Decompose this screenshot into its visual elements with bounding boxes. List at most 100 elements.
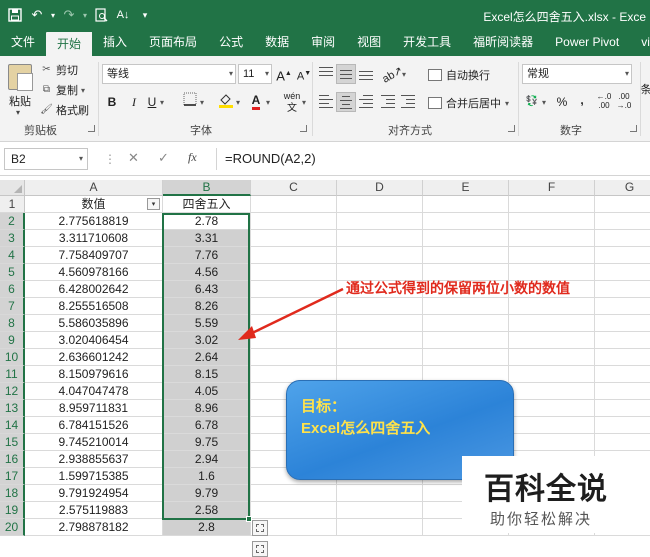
number-format-select[interactable]: 常规 ▾ — [522, 64, 632, 84]
alignment-launcher-icon[interactable] — [508, 125, 515, 132]
value-cell[interactable]: 5.586035896 — [25, 315, 163, 332]
empty-cell[interactable] — [509, 230, 595, 247]
merge-center-button[interactable]: 合并后居中 ▾ — [428, 95, 509, 111]
tab-power-pivot[interactable]: Power Pivot — [544, 30, 630, 56]
empty-cell[interactable] — [509, 417, 595, 434]
empty-cell[interactable] — [251, 196, 337, 213]
quick-analysis-icon[interactable] — [252, 541, 268, 557]
rounded-cell[interactable]: 2.58 — [163, 502, 251, 519]
empty-cell[interactable] — [251, 315, 337, 332]
increase-indent-button[interactable] — [398, 92, 418, 112]
rounded-cell[interactable]: 8.26 — [163, 298, 251, 315]
row-header[interactable]: 6 — [0, 281, 25, 298]
font-name-select[interactable]: 等线 ▾ — [102, 64, 236, 84]
fill-color-dropdown-icon[interactable]: ▾ — [236, 98, 240, 107]
save-icon[interactable] — [4, 4, 26, 26]
formula-input[interactable]: =ROUND(A2,2) — [216, 148, 650, 170]
row-header[interactable]: 12 — [0, 383, 25, 400]
rounded-cell[interactable]: 8.15 — [163, 366, 251, 383]
phonetic-dropdown-icon[interactable]: ▾ — [302, 98, 306, 107]
empty-cell[interactable] — [595, 247, 650, 264]
empty-cell[interactable] — [509, 247, 595, 264]
borders-dropdown-icon[interactable]: ▾ — [200, 98, 204, 107]
empty-cell[interactable] — [595, 366, 650, 383]
empty-cell[interactable] — [595, 434, 650, 451]
orientation-button[interactable]: ab↗ — [380, 64, 405, 85]
underline-button[interactable]: U — [142, 92, 162, 112]
redo-dropdown-icon[interactable]: ▾ — [80, 4, 90, 26]
tab-file[interactable]: 文件 — [0, 30, 46, 56]
rounded-cell[interactable]: 7.76 — [163, 247, 251, 264]
empty-cell[interactable] — [595, 383, 650, 400]
empty-cell[interactable] — [251, 247, 337, 264]
accounting-format-button[interactable]: 💱 — [522, 92, 542, 112]
paste-dropdown-icon[interactable]: ▾ — [16, 108, 20, 117]
value-cell[interactable]: 2.575119883 — [25, 502, 163, 519]
value-cell[interactable]: 2.798878182 — [25, 519, 163, 536]
empty-cell[interactable] — [423, 315, 509, 332]
empty-cell[interactable] — [251, 264, 337, 281]
value-cell[interactable]: 2.938855637 — [25, 451, 163, 468]
empty-cell[interactable] — [251, 213, 337, 230]
tab-foxit[interactable]: 福昕阅读器 — [462, 30, 544, 56]
align-left-button[interactable] — [316, 92, 336, 112]
row-header[interactable]: 1 — [0, 196, 25, 213]
row-header[interactable]: 3 — [0, 230, 25, 247]
rounded-cell[interactable]: 2.64 — [163, 349, 251, 366]
empty-cell[interactable] — [509, 196, 595, 213]
insert-function-button[interactable]: fx — [188, 150, 197, 165]
rounded-cell[interactable]: 2.8 — [163, 519, 251, 536]
value-cell[interactable]: 8.150979616 — [25, 366, 163, 383]
row-header[interactable]: 11 — [0, 366, 25, 383]
align-right-button[interactable] — [356, 92, 376, 112]
value-cell[interactable]: 8.255516508 — [25, 298, 163, 315]
empty-cell[interactable] — [595, 213, 650, 230]
empty-cell[interactable] — [337, 519, 423, 536]
enter-icon[interactable]: ✓ — [158, 150, 169, 166]
tab-data[interactable]: 数据 — [254, 30, 300, 56]
value-cell[interactable]: 7.758409707 — [25, 247, 163, 264]
empty-cell[interactable] — [595, 400, 650, 417]
value-cell[interactable]: 8.959711831 — [25, 400, 163, 417]
row-header[interactable]: 2 — [0, 213, 25, 230]
clipboard-launcher-icon[interactable] — [88, 125, 95, 132]
empty-cell[interactable] — [509, 332, 595, 349]
row-header[interactable]: 4 — [0, 247, 25, 264]
wrap-text-button[interactable]: 自动换行 — [428, 67, 490, 83]
tab-formulas[interactable]: 公式 — [208, 30, 254, 56]
print-preview-icon[interactable] — [90, 4, 112, 26]
empty-cell[interactable] — [509, 315, 595, 332]
tab-page-layout[interactable]: 页面布局 — [138, 30, 208, 56]
value-cell[interactable]: 4.560978166 — [25, 264, 163, 281]
rounded-cell[interactable]: 9.79 — [163, 485, 251, 502]
rounded-cell[interactable]: 4.05 — [163, 383, 251, 400]
paste-icon[interactable] — [8, 64, 33, 91]
empty-cell[interactable] — [337, 196, 423, 213]
decrease-indent-button[interactable] — [378, 92, 398, 112]
customize-toolbar-icon[interactable]: ▾ — [134, 4, 156, 26]
row-header[interactable]: 15 — [0, 434, 25, 451]
rounded-cell[interactable]: 9.75 — [163, 434, 251, 451]
empty-cell[interactable] — [423, 298, 509, 315]
row-header[interactable]: 13 — [0, 400, 25, 417]
align-top-button[interactable] — [316, 64, 336, 84]
column-header-d[interactable]: D — [337, 180, 423, 196]
value-cell[interactable]: 9.745210014 — [25, 434, 163, 451]
column-header-a[interactable]: A — [25, 180, 163, 196]
rounded-cell[interactable]: 6.43 — [163, 281, 251, 298]
percent-button[interactable]: % — [552, 92, 572, 112]
decrease-decimal-button[interactable]: .00 →.0 — [614, 92, 634, 112]
empty-cell[interactable] — [423, 213, 509, 230]
sort-icon[interactable]: A↓ — [112, 4, 134, 26]
conditional-format-button[interactable]: 条 — [640, 80, 650, 100]
align-center-button[interactable] — [336, 92, 356, 112]
empty-cell[interactable] — [595, 349, 650, 366]
align-bottom-button[interactable] — [356, 64, 376, 84]
row-header[interactable]: 7 — [0, 298, 25, 315]
merge-dropdown-icon[interactable]: ▾ — [505, 99, 509, 108]
undo-icon[interactable]: ↶ — [26, 4, 48, 26]
copy-button[interactable]: ⧉ 复制 ▾ — [40, 82, 85, 98]
row-header[interactable]: 14 — [0, 417, 25, 434]
bold-button[interactable]: B — [102, 92, 122, 112]
column-header-c[interactable]: C — [251, 180, 337, 196]
